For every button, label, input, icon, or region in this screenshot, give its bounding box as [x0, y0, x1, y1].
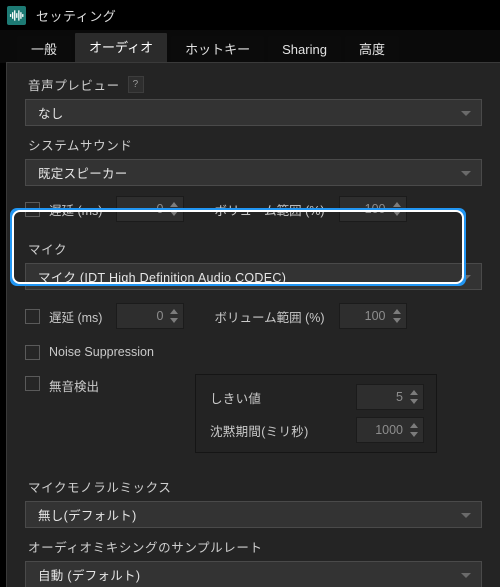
duration-row: 沈黙期間(ミリ秒) 1000 — [210, 417, 424, 443]
sample-rate-label: オーディオミキシングのサンプルレート — [28, 541, 263, 555]
window-title: セッティング — [36, 8, 117, 24]
threshold-value: 5 — [396, 390, 403, 404]
system-sound-volume-value: 100 — [364, 202, 386, 216]
sample-rate-value: 自動 (デフォルト) — [38, 569, 141, 583]
mic-volume-value: 100 — [364, 309, 386, 323]
tab-general[interactable]: 一般 — [17, 36, 72, 63]
audio-preview-label-text: 音声プレビュー — [28, 79, 120, 93]
tab-strip: 一般 オーディオ ホットキー Sharing 高度 — [0, 30, 500, 63]
noise-suppression-label: Noise Suppression — [49, 345, 154, 359]
mic-volume-label: ボリューム範囲 (%) — [214, 310, 325, 325]
audio-wave-icon — [7, 5, 26, 25]
duration-label: 沈黙期間(ミリ秒) — [210, 424, 309, 439]
tab-hotkey[interactable]: ホットキー — [171, 36, 265, 63]
mic-value: マイク (IDT High Definition Audio CODEC) — [38, 271, 287, 285]
stepper-arrows-icon — [410, 390, 418, 404]
silence-detection-checkbox[interactable] — [25, 376, 40, 391]
chevron-down-icon — [461, 110, 471, 116]
mono-mix-select[interactable]: 無し(デフォルト) — [25, 501, 482, 528]
system-sound-volume-label: ボリューム範囲 (%) — [214, 203, 325, 218]
help-icon[interactable]: ? — [127, 76, 144, 93]
silence-detection-row: 無音検出 しきい値 5 沈黙期間(ミリ秒) 1000 — [25, 374, 482, 453]
chevron-down-icon — [461, 274, 471, 280]
noise-suppression-row: Noise Suppression — [25, 338, 482, 366]
tab-audio[interactable]: オーディオ — [75, 33, 168, 63]
system-sound-label: システムサウンド — [28, 139, 133, 153]
mono-mix-label: マイクモノラルミックス — [28, 481, 172, 495]
threshold-label: しきい値 — [210, 391, 262, 406]
stepper-arrows-icon — [170, 202, 179, 216]
stepper-arrows-icon — [392, 202, 401, 216]
mic-delay-stepper[interactable]: 0 — [116, 303, 185, 329]
stepper-arrows-icon — [170, 309, 179, 323]
mic-section: マイク マイク (IDT High Definition Audio CODEC… — [19, 231, 488, 302]
system-sound-options-row: 遅延 (ms) 0 ボリューム範囲 (%) 100 — [25, 195, 482, 223]
threshold-stepper[interactable]: 5 — [356, 384, 424, 410]
mic-label: マイク — [28, 243, 68, 257]
audio-preview-value: なし — [38, 107, 64, 121]
mic-options-row: 遅延 (ms) 0 ボリューム範囲 (%) 100 — [25, 302, 482, 330]
chevron-down-icon — [461, 170, 471, 176]
mic-select[interactable]: マイク (IDT High Definition Audio CODEC) — [25, 263, 482, 290]
chevron-down-icon — [461, 512, 471, 518]
audio-preview-label: 音声プレビュー ? — [28, 75, 482, 94]
sample-rate-select[interactable]: 自動 (デフォルト) — [25, 561, 482, 587]
mic-delay-label: 遅延 (ms) — [49, 310, 103, 325]
threshold-row: しきい値 5 — [210, 384, 424, 410]
system-sound-delay-stepper[interactable]: 0 — [116, 196, 185, 222]
chevron-down-icon — [461, 572, 471, 578]
system-sound-delay-checkbox[interactable] — [25, 201, 40, 217]
mono-mix-value: 無し(デフォルト) — [38, 509, 137, 523]
noise-suppression-checkbox[interactable] — [25, 344, 40, 360]
audio-preview-select[interactable]: なし — [25, 99, 482, 126]
tab-advanced[interactable]: 高度 — [344, 36, 399, 63]
silence-detection-groupbox: しきい値 5 沈黙期間(ミリ秒) 1000 — [195, 374, 437, 453]
settings-window: セッティング 一般 オーディオ ホットキー Sharing 高度 音声プレビュー… — [0, 0, 500, 587]
stepper-arrows-icon — [392, 309, 401, 323]
mic-delay-checkbox[interactable] — [25, 308, 40, 324]
tab-sharing[interactable]: Sharing — [268, 36, 341, 63]
silence-detection-label: 無音検出 — [49, 380, 100, 394]
mic-volume-stepper[interactable]: 100 — [338, 303, 407, 329]
title-bar: セッティング — [0, 0, 500, 30]
system-sound-delay-label: 遅延 (ms) — [49, 203, 103, 218]
system-sound-volume-stepper[interactable]: 100 — [338, 196, 407, 222]
stepper-arrows-icon — [410, 423, 418, 437]
duration-value: 1000 — [375, 423, 403, 437]
duration-stepper[interactable]: 1000 — [356, 417, 424, 443]
system-sound-delay-value: 0 — [156, 202, 164, 216]
mic-delay-value: 0 — [156, 309, 164, 323]
system-sound-select[interactable]: 既定スピーカー — [25, 159, 482, 186]
system-sound-value: 既定スピーカー — [38, 167, 128, 181]
audio-settings-panel: 音声プレビュー ? なし システムサウンド 既定スピーカー 遅延 (ms) 0 — [6, 62, 500, 587]
